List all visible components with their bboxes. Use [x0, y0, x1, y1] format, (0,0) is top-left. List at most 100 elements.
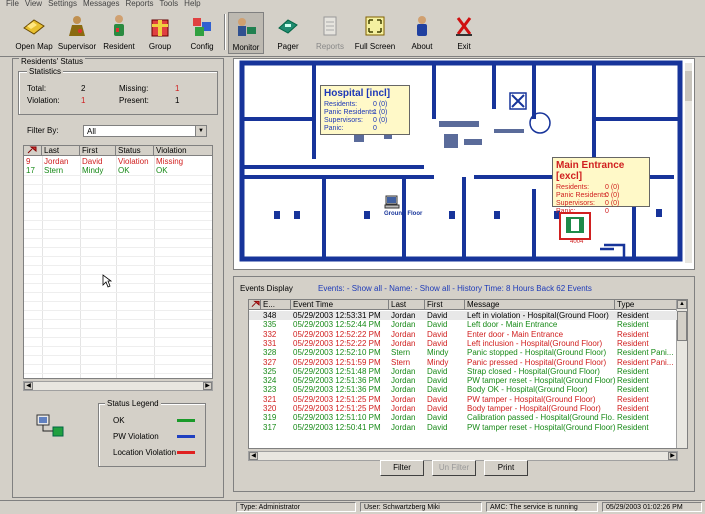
scroll-thumb[interactable] — [677, 311, 687, 341]
config-button[interactable]: Config — [184, 12, 220, 54]
cell-first: David — [82, 157, 103, 166]
reports-button[interactable]: Reports — [312, 12, 348, 54]
resident-icon — [114, 15, 124, 36]
zone-stat-value: 0 (0) — [605, 200, 620, 207]
event-cell-last: Jordan — [391, 385, 416, 395]
header-icon-column[interactable] — [24, 146, 42, 156]
event-row[interactable]: 323 05/29/2003 12:51:36 PM Jordan David Body… — [249, 385, 677, 394]
event-row[interactable]: 332 05/29/2003 12:52:22 PM Jordan David Ente… — [249, 330, 677, 339]
hospital-zone-popup[interactable]: Hospital [incl] Residents: 0 (0) Panic Res… — [320, 85, 410, 135]
event-cell-type: Resident — [617, 376, 649, 386]
header-icon-column[interactable] — [249, 300, 261, 310]
menu-item-help[interactable]: Help — [184, 0, 200, 8]
hospital-zone-title: Hospital [incl] — [324, 88, 391, 99]
full-screen-button[interactable]: Full Screen — [354, 12, 396, 54]
print-button[interactable]: Print — [484, 460, 528, 476]
menu-item-file[interactable]: File — [6, 0, 19, 8]
filter-by-combo[interactable]: All ▼ — [83, 125, 207, 137]
menu-item-tools[interactable]: Tools — [159, 0, 178, 8]
column-header-type[interactable]: Type — [615, 300, 677, 310]
monitor-button[interactable]: Monitor — [228, 12, 264, 54]
event-row[interactable]: 327 05/29/2003 12:51:59 PM Stern Mindy Panic… — [249, 358, 677, 367]
event-cell-last: Jordan — [391, 329, 416, 339]
column-header-e[interactable]: E... — [261, 300, 291, 310]
cell-first: Mindy — [82, 166, 104, 175]
event-cell-time: 05/29/2003 12:52:10 PM — [293, 348, 381, 358]
event-cell-type: Resident — [617, 338, 649, 348]
events-vertical-scrollbar[interactable]: ▲ — [676, 300, 687, 448]
main-entrance-popup[interactable]: Main Entrance [excl] Residents: 0 (0) Pani… — [552, 157, 650, 215]
event-row[interactable]: 331 05/29/2003 12:52:22 PM Jordan David Left… — [249, 339, 677, 348]
event-cell-first: David — [427, 385, 448, 395]
table-row[interactable]: 9 Jordan David Violation Missing — [24, 157, 212, 166]
filter-by-value: All — [87, 127, 96, 136]
scroll-up-icon[interactable]: ▲ — [677, 300, 687, 309]
pager-icon — [278, 19, 298, 34]
exit-button[interactable]: Exit — [446, 12, 482, 54]
open-map-button[interactable]: Open Map — [14, 12, 54, 54]
door-label[interactable]: 4004 — [570, 239, 583, 245]
resident-button[interactable]: Resident — [100, 12, 138, 54]
event-row[interactable]: 328 05/29/2003 12:52:10 PM Stern Mindy Panic… — [249, 348, 677, 357]
ground-floor-label[interactable]: Ground Floor — [384, 211, 422, 217]
event-cell-e: 332 — [263, 329, 277, 339]
event-cell-type: Resident Pani... — [617, 348, 674, 358]
supervisor-icon — [69, 16, 85, 36]
event-cell-time: 05/29/2003 12:51:36 PM — [293, 376, 381, 386]
statistics-group — [18, 71, 218, 115]
cell-id: 17 — [26, 166, 35, 175]
menu-item-view[interactable]: View — [25, 0, 42, 8]
events-grid: E... Event Time Last First Message Type … — [248, 299, 688, 449]
scroll-left-icon[interactable]: ◀ — [249, 452, 258, 460]
residents-horizontal-scrollbar[interactable]: ◀ ▶ — [23, 381, 213, 391]
menu-item-messages[interactable]: Messages — [83, 0, 119, 8]
floor-computer-icon[interactable] — [384, 195, 400, 209]
floor-map[interactable]: Ground Floor 4004 Hospital [incl] Reside… — [233, 58, 695, 270]
cell-status: OK — [118, 166, 130, 175]
column-header-last[interactable]: Last — [389, 300, 425, 310]
missing-value: 1 — [175, 84, 180, 93]
supervisor-button[interactable]: Supervisor — [56, 12, 98, 54]
column-header-event-time[interactable]: Event Time — [291, 300, 389, 310]
scroll-right-icon[interactable]: ▶ — [203, 382, 212, 390]
event-cell-first: Mindy — [427, 348, 449, 358]
event-row[interactable]: 319 05/29/2003 12:51:10 PM Jordan David Cali… — [249, 413, 677, 422]
menu-bar: File View Settings Messages Reports Tools Help — [0, 0, 705, 10]
scroll-right-icon[interactable]: ▶ — [668, 452, 677, 460]
legend-label: Location Violation — [113, 448, 177, 457]
legend-swatch — [177, 419, 195, 422]
unfilter-button[interactable]: Un Filter — [432, 460, 476, 476]
zone-stat-row: Residents: 0 (0) — [553, 184, 649, 192]
zone-stat-label: Supervisors: — [556, 200, 595, 207]
event-row[interactable]: 317 05/29/2003 12:50:41 PM Jordan David PW t… — [249, 423, 677, 432]
event-row[interactable]: 325 05/29/2003 12:51:48 PM Jordan David Stra… — [249, 367, 677, 376]
filter-button[interactable]: Filter — [380, 460, 424, 476]
table-row[interactable]: 17 Stern Mindy OK OK — [24, 166, 212, 175]
event-cell-time: 05/29/2003 12:52:22 PM — [293, 338, 381, 348]
column-header-violation[interactable]: Violation — [154, 146, 212, 156]
event-cell-e: 317 — [263, 422, 277, 432]
pager-button[interactable]: Pager — [270, 12, 306, 54]
cell-status: Violation — [118, 157, 149, 166]
column-header-last[interactable]: Last — [42, 146, 80, 156]
column-header-first[interactable]: First — [425, 300, 465, 310]
zone-stat-value: 0 — [605, 208, 609, 215]
menu-item-settings[interactable]: Settings — [48, 0, 77, 8]
legend-label: OK — [113, 416, 125, 425]
column-header-status[interactable]: Status — [116, 146, 154, 156]
event-row[interactable]: 320 05/29/2003 12:51:25 PM Jordan David Body… — [249, 404, 677, 413]
event-row[interactable]: 348 05/29/2003 12:53:31 PM Jordan David Left… — [249, 311, 677, 320]
event-row[interactable]: 321 05/29/2003 12:51:25 PM Jordan David PW t… — [249, 395, 677, 404]
exit-icon — [456, 17, 472, 36]
event-row[interactable]: 335 05/29/2003 12:52:44 PM Jordan David Left… — [249, 320, 677, 329]
event-cell-e: 327 — [263, 357, 277, 367]
group-button[interactable]: Group — [142, 12, 178, 54]
event-cell-time: 05/29/2003 12:53:31 PM — [293, 311, 381, 320]
about-button[interactable]: About — [404, 12, 440, 54]
chevron-down-icon[interactable]: ▼ — [195, 126, 206, 136]
column-header-first[interactable]: First — [80, 146, 116, 156]
event-row[interactable]: 324 05/29/2003 12:51:36 PM Jordan David PW t… — [249, 376, 677, 385]
scroll-left-icon[interactable]: ◀ — [24, 382, 33, 390]
menu-item-reports[interactable]: Reports — [125, 0, 153, 8]
column-header-message[interactable]: Message — [465, 300, 615, 310]
